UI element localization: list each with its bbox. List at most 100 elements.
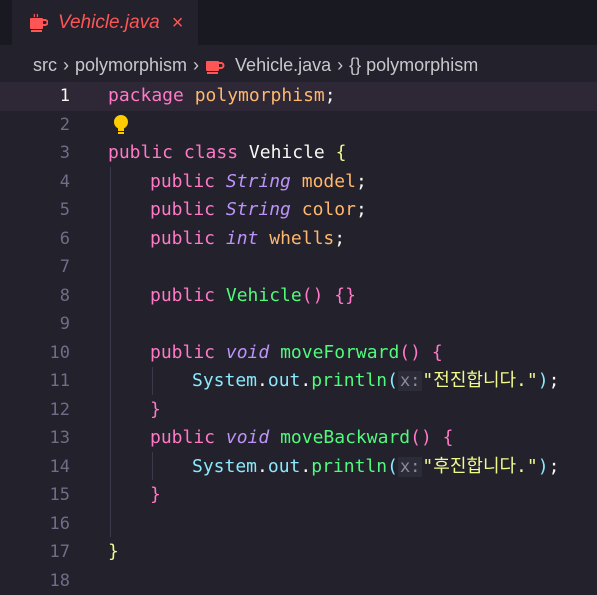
punctuation: ; (325, 85, 336, 106)
tab-vehicle-java[interactable]: Vehicle.java × (12, 0, 198, 45)
class-ref: System (192, 456, 257, 477)
code-line[interactable]: 18 (0, 567, 597, 595)
code-line[interactable]: 14 System.out.println(x:"후진합니다."); (0, 453, 597, 482)
bracket: { (443, 427, 454, 448)
line-number: 15 (0, 481, 70, 510)
tab-label: Vehicle.java (58, 12, 160, 34)
code-line[interactable]: 7 (0, 253, 597, 282)
line-number: 3 (0, 139, 70, 168)
parameter-hint: x: (398, 457, 422, 477)
keyword: public (150, 342, 215, 363)
punctuation: ; (356, 171, 367, 192)
code-line[interactable]: 6 public int whells; (0, 225, 597, 254)
package-name: polymorphism (195, 85, 325, 106)
method-call: println (311, 456, 387, 477)
bracket: ) (538, 370, 549, 391)
code-line[interactable]: 10 public void moveForward() { (0, 339, 597, 368)
breadcrumb-polymorphism[interactable]: polymorphism (75, 55, 187, 76)
code-line[interactable]: 13 public void moveBackward() { (0, 424, 597, 453)
line-number: 8 (0, 282, 70, 311)
field: model (302, 171, 356, 192)
keyword: class (184, 142, 238, 163)
bracket: ( (387, 456, 398, 477)
punctuation: ; (549, 370, 560, 391)
field-ref: out (268, 456, 301, 477)
field: whells (269, 228, 334, 249)
tab-bar: Vehicle.java × (0, 0, 597, 45)
keyword: public (150, 199, 215, 220)
code-editor[interactable]: 1 package polymorphism; 2 3 public class… (0, 82, 597, 588)
chevron-right-icon: › (193, 55, 199, 76)
punctuation: ; (356, 199, 367, 220)
bracket: {} (334, 285, 356, 306)
bracket: { (432, 342, 443, 363)
line-number: 18 (0, 567, 70, 595)
line-number: 17 (0, 538, 70, 567)
line-number: 1 (0, 82, 70, 111)
breadcrumb-file-label: Vehicle.java (235, 55, 331, 75)
code-line[interactable]: 12 } (0, 396, 597, 425)
keyword: public (108, 142, 173, 163)
java-file-icon (28, 13, 48, 33)
constructor-name: Vehicle (226, 285, 302, 306)
field-ref: out (268, 370, 301, 391)
punctuation: . (257, 370, 268, 391)
code-line[interactable]: 15 } (0, 481, 597, 510)
class-ref: System (192, 370, 257, 391)
type: void (226, 342, 269, 363)
code-line[interactable]: 5 public String color; (0, 196, 597, 225)
punctuation: . (300, 456, 311, 477)
bracket: () (302, 285, 324, 306)
parameter-hint: x: (398, 371, 422, 391)
code-line[interactable]: 1 package polymorphism; (0, 82, 597, 111)
breadcrumb-src[interactable]: src (33, 55, 57, 76)
field: color (302, 199, 356, 220)
type: int (226, 228, 259, 249)
keyword: public (150, 427, 215, 448)
code-line[interactable]: 17 } (0, 538, 597, 567)
string-literal: "전진합니다." (422, 370, 537, 391)
line-number: 7 (0, 253, 70, 282)
code-line[interactable]: 4 public String model; (0, 168, 597, 197)
chevron-right-icon: › (63, 55, 69, 76)
line-number: 2 (0, 111, 70, 140)
breadcrumb-symbol[interactable]: {} polymorphism (349, 55, 478, 76)
bracket: { (336, 142, 347, 163)
keyword: public (150, 228, 215, 249)
line-number: 5 (0, 196, 70, 225)
bracket: ) (538, 456, 549, 477)
code-line[interactable]: 9 (0, 310, 597, 339)
code-line[interactable]: 3 public class Vehicle { (0, 139, 597, 168)
code-line[interactable]: 8 public Vehicle() {} (0, 282, 597, 311)
code-line[interactable]: 16 (0, 510, 597, 539)
keyword: package (108, 85, 184, 106)
class-name: Vehicle (249, 142, 325, 163)
line-number: 4 (0, 168, 70, 197)
method-name: moveBackward (280, 427, 410, 448)
breadcrumb: src › polymorphism › Vehicle.java › {} p… (0, 45, 597, 85)
type: void (226, 427, 269, 448)
string-literal: "후진합니다." (422, 456, 537, 477)
bracket: () (410, 427, 432, 448)
method-name: moveForward (280, 342, 399, 363)
bracket: ( (387, 370, 398, 391)
line-number: 14 (0, 453, 70, 482)
lightbulb-icon[interactable] (112, 114, 130, 136)
line-number: 16 (0, 510, 70, 539)
line-number: 9 (0, 310, 70, 339)
bracket: } (150, 399, 161, 420)
type: String (226, 171, 291, 192)
breadcrumb-file[interactable]: Vehicle.java (205, 55, 331, 76)
punctuation: . (300, 370, 311, 391)
keyword: public (150, 285, 215, 306)
bracket: } (108, 541, 119, 562)
punctuation: . (257, 456, 268, 477)
line-number: 12 (0, 396, 70, 425)
code-line[interactable]: 11 System.out.println(x:"전진합니다."); (0, 367, 597, 396)
line-number: 10 (0, 339, 70, 368)
line-number: 6 (0, 225, 70, 254)
punctuation: ; (334, 228, 345, 249)
close-icon[interactable]: × (172, 13, 184, 33)
code-line[interactable]: 2 (0, 111, 597, 140)
line-number: 11 (0, 367, 70, 396)
